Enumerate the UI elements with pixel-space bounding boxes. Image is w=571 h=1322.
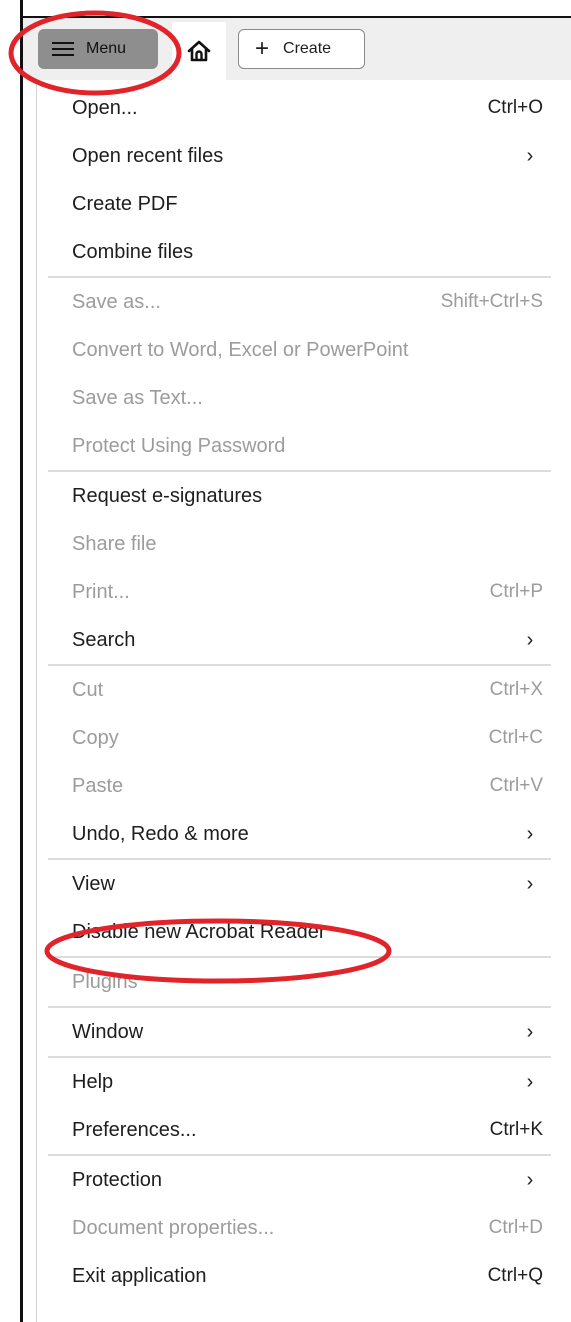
menu-item-exit[interactable]: Exit application Ctrl+Q [48,1252,551,1300]
chevron-right-icon: › [526,1070,534,1093]
menu-item-cut: Cut Ctrl+X [48,666,551,714]
create-button[interactable]: + Create [238,29,365,69]
menu-item-copy: Copy Ctrl+C [48,714,551,762]
menu-item-save-as: Save as... Shift+Ctrl+S [48,278,551,326]
menu-item-window[interactable]: Window › [48,1008,551,1056]
home-tab[interactable] [172,22,226,80]
menu-item-shortcut: Ctrl+C [488,727,543,748]
menu-button-label: Menu [86,40,127,57]
menu-item-label: Print... [72,580,130,603]
chevron-right-icon: › [526,1020,534,1043]
menu-item-view[interactable]: View › [48,860,551,908]
menu-item-shortcut: Ctrl+P [489,581,543,602]
menu-item-protection[interactable]: Protection › [48,1156,551,1204]
menu-item-label: Paste [72,774,124,797]
menu-item-label: Search [72,628,136,651]
menu-item-shortcut: Ctrl+D [488,1217,543,1238]
menu-item-label: Protection [72,1168,163,1191]
menu-item-label: Preferences... [72,1118,197,1141]
menu-item-print: Print... Ctrl+P [48,568,551,616]
menu-item-share-file: Share file [48,520,551,568]
menu-item-open[interactable]: Open... Ctrl+O [48,84,551,132]
plus-icon: + [255,35,270,62]
menu-button[interactable]: Menu [38,29,158,69]
menu-item-shortcut: Shift+Ctrl+S [440,291,543,312]
menu-item-open-recent[interactable]: Open recent files › [48,132,551,180]
menu-item-label: Copy [72,726,119,749]
hamburger-icon [52,41,74,57]
menu-item-label: Document properties... [72,1216,275,1239]
menu-item-label: Protect Using Password [72,434,286,457]
menu-item-shortcut: Ctrl+Q [487,1265,543,1286]
menu-item-label: Open... [72,96,138,119]
menu-item-label: Window [72,1020,144,1043]
menu-item-label: Disable new Acrobat Reader [72,920,326,943]
chevron-right-icon: › [526,144,534,167]
menu-item-label: Open recent files [72,144,224,167]
menu-item-label: View [72,872,115,895]
menu-item-shortcut: Ctrl+K [489,1119,543,1140]
menu-item-label: Combine files [72,240,194,263]
menu-item-combine-files[interactable]: Combine files [48,228,551,276]
menu-item-preferences[interactable]: Preferences... Ctrl+K [48,1106,551,1154]
menu-item-label: Help [72,1070,114,1093]
menu-item-protect-password: Protect Using Password [48,422,551,470]
menu-item-create-pdf[interactable]: Create PDF [48,180,551,228]
menu-item-save-as-text: Save as Text... [48,374,551,422]
create-button-label: Create [283,40,332,57]
chevron-right-icon: › [526,872,534,895]
toolbar: Menu + Create [23,18,571,80]
menu-item-label: Save as... [72,290,161,313]
menu-item-label: Convert to Word, Excel or PowerPoint [72,338,409,361]
menu-item-label: Share file [72,532,157,555]
menu-item-convert: Convert to Word, Excel or PowerPoint [48,326,551,374]
menu-item-shortcut: Ctrl+V [489,775,543,796]
menu-item-undo-redo[interactable]: Undo, Redo & more › [48,810,551,858]
chevron-right-icon: › [526,822,534,845]
menu-panel-divider [36,80,37,1322]
chevron-right-icon: › [526,628,534,651]
menu-item-label: Cut [72,678,104,701]
home-icon [187,40,211,62]
menu-item-label: Exit application [72,1264,207,1287]
window-left-border [20,0,23,1322]
main-menu: Open... Ctrl+O Open recent files › Creat… [48,80,551,1300]
menu-item-shortcut: Ctrl+O [487,97,543,118]
menu-item-shortcut: Ctrl+X [489,679,543,700]
menu-item-paste: Paste Ctrl+V [48,762,551,810]
menu-item-disable-new-reader[interactable]: Disable new Acrobat Reader [48,908,551,956]
menu-item-label: Request e-signatures [72,484,263,507]
menu-item-search[interactable]: Search › [48,616,551,664]
menu-item-label: Save as Text... [72,386,203,409]
menu-item-request-esign[interactable]: Request e-signatures [48,472,551,520]
menu-item-label: Undo, Redo & more [72,822,249,845]
menu-item-plugins: Plugins [48,958,551,1006]
menu-item-label: Create PDF [72,192,178,215]
chevron-right-icon: › [526,1168,534,1191]
menu-item-document-properties: Document properties... Ctrl+D [48,1204,551,1252]
menu-item-help[interactable]: Help › [48,1058,551,1106]
menu-item-label: Plugins [72,970,138,993]
